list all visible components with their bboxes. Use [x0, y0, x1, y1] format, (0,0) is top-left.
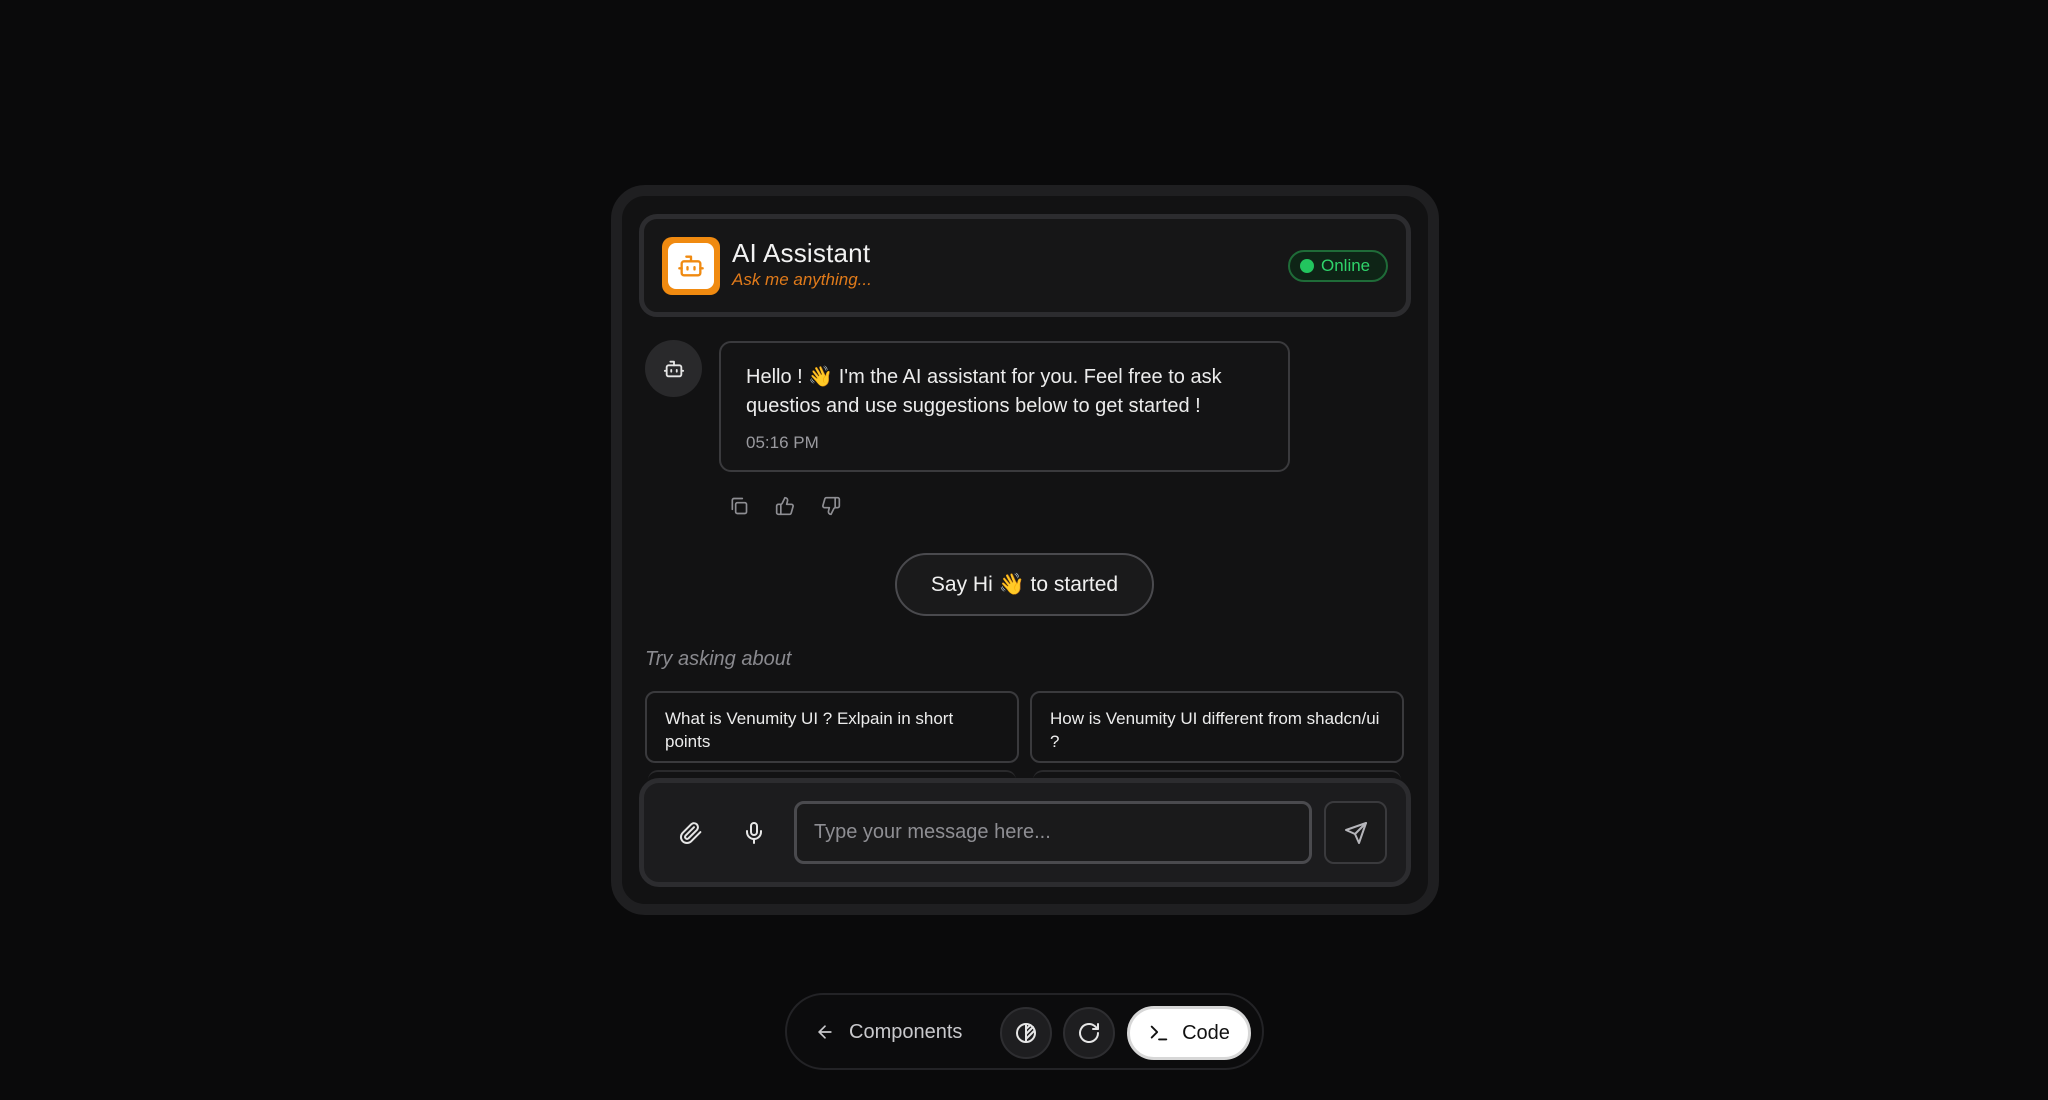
- message-input[interactable]: [794, 801, 1312, 864]
- bot-icon: [678, 255, 704, 277]
- bot-avatar: [645, 340, 702, 397]
- bot-icon: [663, 360, 684, 377]
- suggestion-card[interactable]: What is Venumity UI ? Exlpain in short p…: [645, 691, 1019, 763]
- back-to-components-link[interactable]: Components: [815, 1012, 962, 1052]
- thumbs-up-icon[interactable]: [774, 495, 796, 517]
- terminal-icon: [1150, 1025, 1168, 1041]
- microphone-button[interactable]: [734, 813, 774, 853]
- code-button[interactable]: Code: [1127, 1006, 1251, 1060]
- message-timestamp: 05:16 PM: [746, 433, 819, 452]
- refresh-button[interactable]: [1063, 1007, 1115, 1059]
- arrow-left-icon: [818, 1025, 832, 1039]
- send-button[interactable]: [1324, 801, 1387, 864]
- back-link-label: Components: [849, 1020, 963, 1043]
- status-label: Online: [1321, 256, 1371, 275]
- message-actions: [728, 495, 842, 517]
- assistant-logo: [662, 237, 720, 295]
- refresh-icon: [1079, 1023, 1099, 1043]
- code-button-label: Code: [1182, 1021, 1230, 1044]
- send-icon: [1344, 821, 1367, 844]
- message-text: Hello ! 👋 I'm the AI assistant for you. …: [746, 366, 1222, 417]
- attach-button[interactable]: [671, 813, 711, 853]
- status-dot-icon: [1300, 259, 1314, 273]
- thumbs-down-icon[interactable]: [820, 495, 842, 517]
- suggestion-card[interactable]: How is Venumity UI different from shadcn…: [1030, 691, 1404, 763]
- paperclip-icon: [680, 822, 702, 844]
- say-hi-button[interactable]: Say Hi 👋 to started: [895, 553, 1154, 616]
- assistant-message-bubble: Hello ! 👋 I'm the AI assistant for you. …: [719, 341, 1290, 472]
- copy-icon[interactable]: [728, 495, 750, 517]
- chat-subtitle: Ask me anything...: [732, 270, 872, 289]
- status-badge: Online: [1288, 250, 1388, 282]
- theme-toggle-button[interactable]: [1000, 1007, 1052, 1059]
- microphone-icon: [746, 822, 762, 844]
- chat-title: AI Assistant: [732, 238, 871, 268]
- suggestions-label: Try asking about: [645, 648, 792, 670]
- contrast-icon: [1016, 1023, 1036, 1043]
